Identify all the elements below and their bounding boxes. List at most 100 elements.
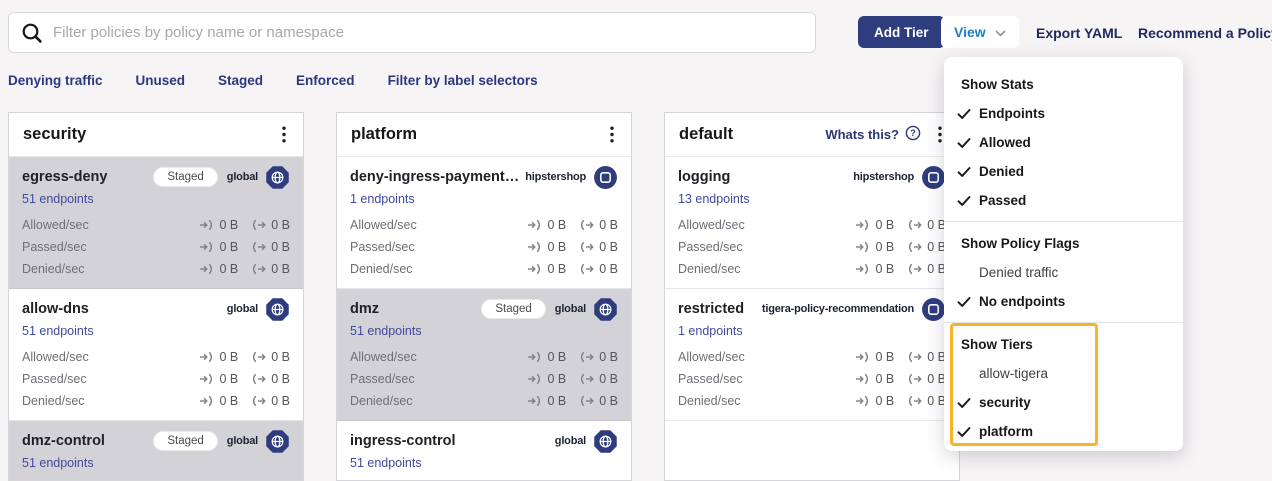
- tier-menu-button[interactable]: [607, 124, 617, 145]
- menu-item-endpoints[interactable]: Endpoints: [944, 99, 1183, 128]
- ingress-icon: [527, 351, 543, 363]
- policy-card-egress-deny[interactable]: egress-denyStagedglobal51 endpointsAllow…: [9, 157, 303, 289]
- check-icon: [957, 426, 971, 437]
- policy-scope-label: global: [227, 171, 258, 183]
- filter-link-enforced[interactable]: Enforced: [296, 73, 355, 88]
- endpoints-link[interactable]: 51 endpoints: [22, 192, 290, 209]
- ingress-value: 0 B: [219, 372, 238, 386]
- endpoints-link[interactable]: 1 endpoints: [678, 324, 946, 341]
- check-icon: [957, 296, 971, 307]
- egress-value: 0 B: [599, 262, 618, 276]
- menu-item-allowed[interactable]: Allowed: [944, 128, 1183, 157]
- filter-link-denying-traffic[interactable]: Denying traffic: [8, 73, 103, 88]
- filter-link-filter-by-label-selectors[interactable]: Filter by label selectors: [388, 73, 538, 88]
- ingress-icon: [527, 395, 543, 407]
- staged-badge: Staged: [153, 431, 217, 451]
- menu-item-platform[interactable]: platform: [944, 417, 1183, 446]
- egress-value: 0 B: [599, 372, 618, 386]
- endpoints-link[interactable]: 1 endpoints: [350, 192, 618, 209]
- egress-icon: [251, 241, 267, 253]
- ingress-icon: [199, 219, 215, 231]
- stat-row-allowed-sec: Allowed/sec0 B0 B: [678, 346, 946, 368]
- globe-octagon-icon: [593, 429, 618, 454]
- policy-card-dmz[interactable]: dmzStagedglobal51 endpointsAllowed/sec0 …: [337, 289, 631, 421]
- stat-label: Allowed/sec: [678, 218, 842, 232]
- view-menu-button[interactable]: View: [941, 16, 1019, 48]
- menu-item-security[interactable]: security: [944, 388, 1183, 417]
- ingress-value: 0 B: [875, 394, 894, 408]
- ingress-value: 0 B: [547, 394, 566, 408]
- ingress-icon: [855, 373, 871, 385]
- ingress-value: 0 B: [219, 240, 238, 254]
- policy-card-deny-ingress-paymentservi[interactable]: deny-ingress-paymentservi…hipstershop1 e…: [337, 157, 631, 289]
- view-menu: Show StatsEndpointsAllowed Denied Passed Sh…: [944, 57, 1183, 451]
- egress-icon: [251, 351, 267, 363]
- menu-item-no-endpoints[interactable]: No endpoints: [944, 287, 1183, 316]
- ingress-icon: [199, 373, 215, 385]
- tier-column-default: defaultWhats this?? logginghipstershop13 …: [664, 112, 960, 481]
- search-input[interactable]: [53, 24, 803, 41]
- menu-item-label: platform: [979, 424, 1033, 439]
- policy-card-logging[interactable]: logginghipstershop13 endpointsAllowed/se…: [665, 157, 959, 289]
- policy-scope-label: global: [227, 435, 258, 447]
- stat-row-allowed-sec: Allowed/sec0 B0 B: [350, 214, 618, 236]
- stat-row-allowed-sec: Allowed/sec0 B0 B: [678, 214, 946, 236]
- menu-item-denied-traffic[interactable]: Denied traffic: [944, 258, 1183, 287]
- egress-icon: [579, 351, 595, 363]
- ingress-value: 0 B: [875, 350, 894, 364]
- tier-title: default: [679, 125, 825, 144]
- menu-item-allow-tigera[interactable]: allow-tigera: [944, 359, 1183, 388]
- policy-name: logging: [678, 169, 730, 185]
- endpoints-link[interactable]: 13 endpoints: [678, 192, 946, 209]
- export-yaml-button[interactable]: Export YAML: [1036, 25, 1122, 41]
- endpoints-link[interactable]: 51 endpoints: [22, 456, 290, 473]
- endpoints-link[interactable]: 51 endpoints: [350, 324, 618, 341]
- egress-icon: [579, 241, 595, 253]
- filter-link-staged[interactable]: Staged: [218, 73, 263, 88]
- question-circle-icon: ?: [905, 125, 921, 144]
- policy-card-dmz-control[interactable]: dmz-controlStagedglobal51 endpoints: [9, 421, 303, 481]
- menu-section-title: Show Stats: [944, 71, 1183, 99]
- whats-this-link[interactable]: Whats this??: [825, 125, 921, 144]
- policy-name: ingress-control: [350, 433, 456, 449]
- menu-section-title: Show Tiers: [944, 331, 1183, 359]
- policy-card-allow-dns[interactable]: allow-dnsglobal51 endpointsAllowed/sec0 …: [9, 289, 303, 421]
- egress-value: 0 B: [599, 350, 618, 364]
- policy-name: dmz: [350, 301, 379, 317]
- filter-link-unused[interactable]: Unused: [136, 73, 186, 88]
- ingress-value: 0 B: [219, 394, 238, 408]
- chevron-down-icon: [995, 24, 1006, 40]
- stat-row-passed-sec: Passed/sec0 B0 B: [350, 236, 618, 258]
- stat-row-allowed-sec: Allowed/sec0 B0 B: [350, 346, 618, 368]
- ingress-value: 0 B: [875, 372, 894, 386]
- stat-row-denied-sec: Denied/sec0 B0 B: [678, 258, 946, 280]
- ingress-icon: [527, 241, 543, 253]
- endpoints-link[interactable]: 51 endpoints: [22, 324, 290, 341]
- tier-header: platform: [337, 113, 631, 157]
- tier-menu-button[interactable]: [279, 124, 289, 145]
- search-icon: [21, 22, 43, 44]
- recommend-policy-button[interactable]: Recommend a Policy: [1138, 25, 1272, 41]
- svg-text:?: ?: [910, 128, 916, 138]
- egress-value: 0 B: [271, 218, 290, 232]
- check-icon: [957, 108, 971, 119]
- globe-octagon-icon: [265, 165, 290, 190]
- stat-row-passed-sec: Passed/sec0 B0 B: [350, 368, 618, 390]
- policy-scope-label: global: [555, 303, 586, 315]
- menu-item-passed[interactable]: Passed: [944, 186, 1183, 215]
- policy-scope-label: tigera-policy-recommendation: [762, 303, 914, 315]
- ingress-value: 0 B: [547, 218, 566, 232]
- ingress-icon: [855, 241, 871, 253]
- add-tier-button[interactable]: Add Tier: [858, 16, 945, 48]
- endpoints-link[interactable]: 51 endpoints: [350, 456, 618, 473]
- policy-card-restricted[interactable]: restrictedtigera-policy-recommendation1 …: [665, 289, 959, 421]
- menu-item-label: Denied: [979, 164, 1024, 179]
- stat-row-passed-sec: Passed/sec0 B0 B: [22, 236, 290, 258]
- egress-value: 0 B: [599, 240, 618, 254]
- policy-card-ingress-control[interactable]: ingress-controlglobal51 endpoints: [337, 421, 631, 481]
- menu-item-denied[interactable]: Denied: [944, 157, 1183, 186]
- stat-row-denied-sec: Denied/sec0 B0 B: [350, 258, 618, 280]
- menu-item-label: Denied traffic: [979, 265, 1058, 280]
- stat-label: Passed/sec: [350, 240, 514, 254]
- egress-icon: [907, 351, 923, 363]
